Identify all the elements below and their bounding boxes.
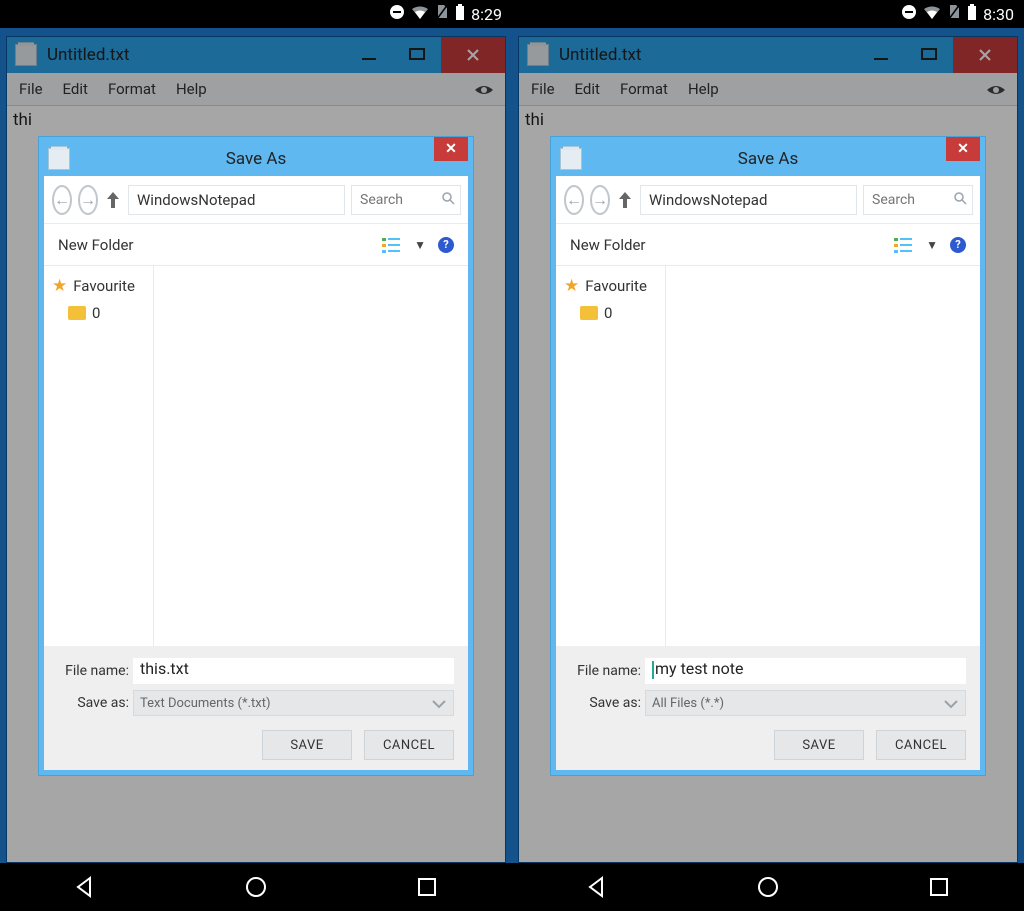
android-nav-bar (512, 863, 1024, 911)
star-icon: ★ (564, 276, 579, 296)
nav-home-icon[interactable] (234, 865, 278, 909)
save-button[interactable]: SAVE (774, 730, 864, 760)
search-icon (954, 192, 967, 209)
dnd-icon (901, 4, 917, 24)
saveas-select[interactable]: Text Documents (*.txt) (133, 690, 454, 716)
saveas-select[interactable]: All Files (*.*) (645, 690, 966, 716)
chevron-down-icon (431, 694, 447, 713)
saveas-label: Save as: (570, 695, 645, 711)
nav-back-icon[interactable] (575, 865, 619, 909)
status-time: 8:29 (471, 5, 502, 24)
save-as-dialog: Save As ✕ ← → (550, 136, 986, 776)
star-icon: ★ (52, 276, 67, 296)
filename-label: File name: (570, 663, 645, 679)
view-mode-icon[interactable] (382, 236, 402, 254)
dialog-title: Save As (738, 149, 798, 169)
nav-home-icon[interactable] (746, 865, 790, 909)
nav-recent-icon[interactable] (917, 865, 961, 909)
file-list[interactable] (666, 266, 980, 646)
folder-icon (580, 306, 598, 320)
battery-icon (455, 4, 465, 24)
wifi-icon (923, 5, 941, 24)
filename-input[interactable]: my test note (645, 658, 966, 684)
android-nav-bar (0, 863, 512, 911)
search-icon (442, 192, 455, 209)
filename-label: File name: (58, 663, 133, 679)
text-cursor (652, 661, 654, 679)
nav-forward-button[interactable]: → (78, 185, 98, 215)
help-icon[interactable]: ? (438, 237, 454, 253)
save-button[interactable]: SAVE (262, 730, 352, 760)
file-list[interactable] (154, 266, 468, 646)
nav-back-button[interactable]: ← (564, 185, 584, 215)
nav-recent-icon[interactable] (405, 865, 449, 909)
filename-input[interactable]: this.txt (133, 658, 454, 684)
folder-icon (68, 306, 86, 320)
new-folder-button[interactable]: New Folder (570, 236, 645, 254)
cancel-button[interactable]: CANCEL (876, 730, 966, 760)
cancel-button[interactable]: CANCEL (364, 730, 454, 760)
path-input[interactable] (640, 185, 857, 215)
view-mode-icon[interactable] (894, 236, 914, 254)
no-sim-icon (947, 4, 961, 24)
save-as-dialog: Save As ✕ ← → (38, 136, 474, 776)
status-time: 8:30 (983, 5, 1014, 24)
nav-up-button[interactable] (616, 186, 634, 214)
screen-right: 8:30 Untitled.txt (512, 0, 1024, 911)
dialog-app-icon (48, 148, 70, 170)
wifi-icon (411, 5, 429, 24)
dialog-app-icon (560, 148, 582, 170)
path-input[interactable] (128, 185, 345, 215)
android-status-bar: 8:29 (0, 0, 512, 28)
dnd-icon (389, 4, 405, 24)
dialog-close-button[interactable]: ✕ (946, 137, 980, 161)
dialog-title: Save As (226, 149, 286, 169)
sidebar: ★ Favourite 0 (44, 266, 154, 646)
android-status-bar: 8:30 (512, 0, 1024, 28)
sidebar-folder-0[interactable]: 0 (564, 300, 657, 326)
dialog-close-button[interactable]: ✕ (434, 137, 468, 161)
view-dropdown-caret[interactable]: ▼ (414, 238, 426, 252)
chevron-down-icon (943, 694, 959, 713)
help-icon[interactable]: ? (950, 237, 966, 253)
nav-up-button[interactable] (104, 186, 122, 214)
nav-back-icon[interactable] (63, 865, 107, 909)
sidebar-favourite[interactable]: ★ Favourite (52, 272, 145, 300)
sidebar-favourite[interactable]: ★ Favourite (564, 272, 657, 300)
battery-icon (967, 4, 977, 24)
no-sim-icon (435, 4, 449, 24)
nav-forward-button[interactable]: → (590, 185, 610, 215)
view-dropdown-caret[interactable]: ▼ (926, 238, 938, 252)
sidebar-folder-0[interactable]: 0 (52, 300, 145, 326)
sidebar: ★ Favourite 0 (556, 266, 666, 646)
new-folder-button[interactable]: New Folder (58, 236, 133, 254)
screen-left: 8:29 Untitled.txt (0, 0, 512, 911)
saveas-label: Save as: (58, 695, 133, 711)
nav-back-button[interactable]: ← (52, 185, 72, 215)
